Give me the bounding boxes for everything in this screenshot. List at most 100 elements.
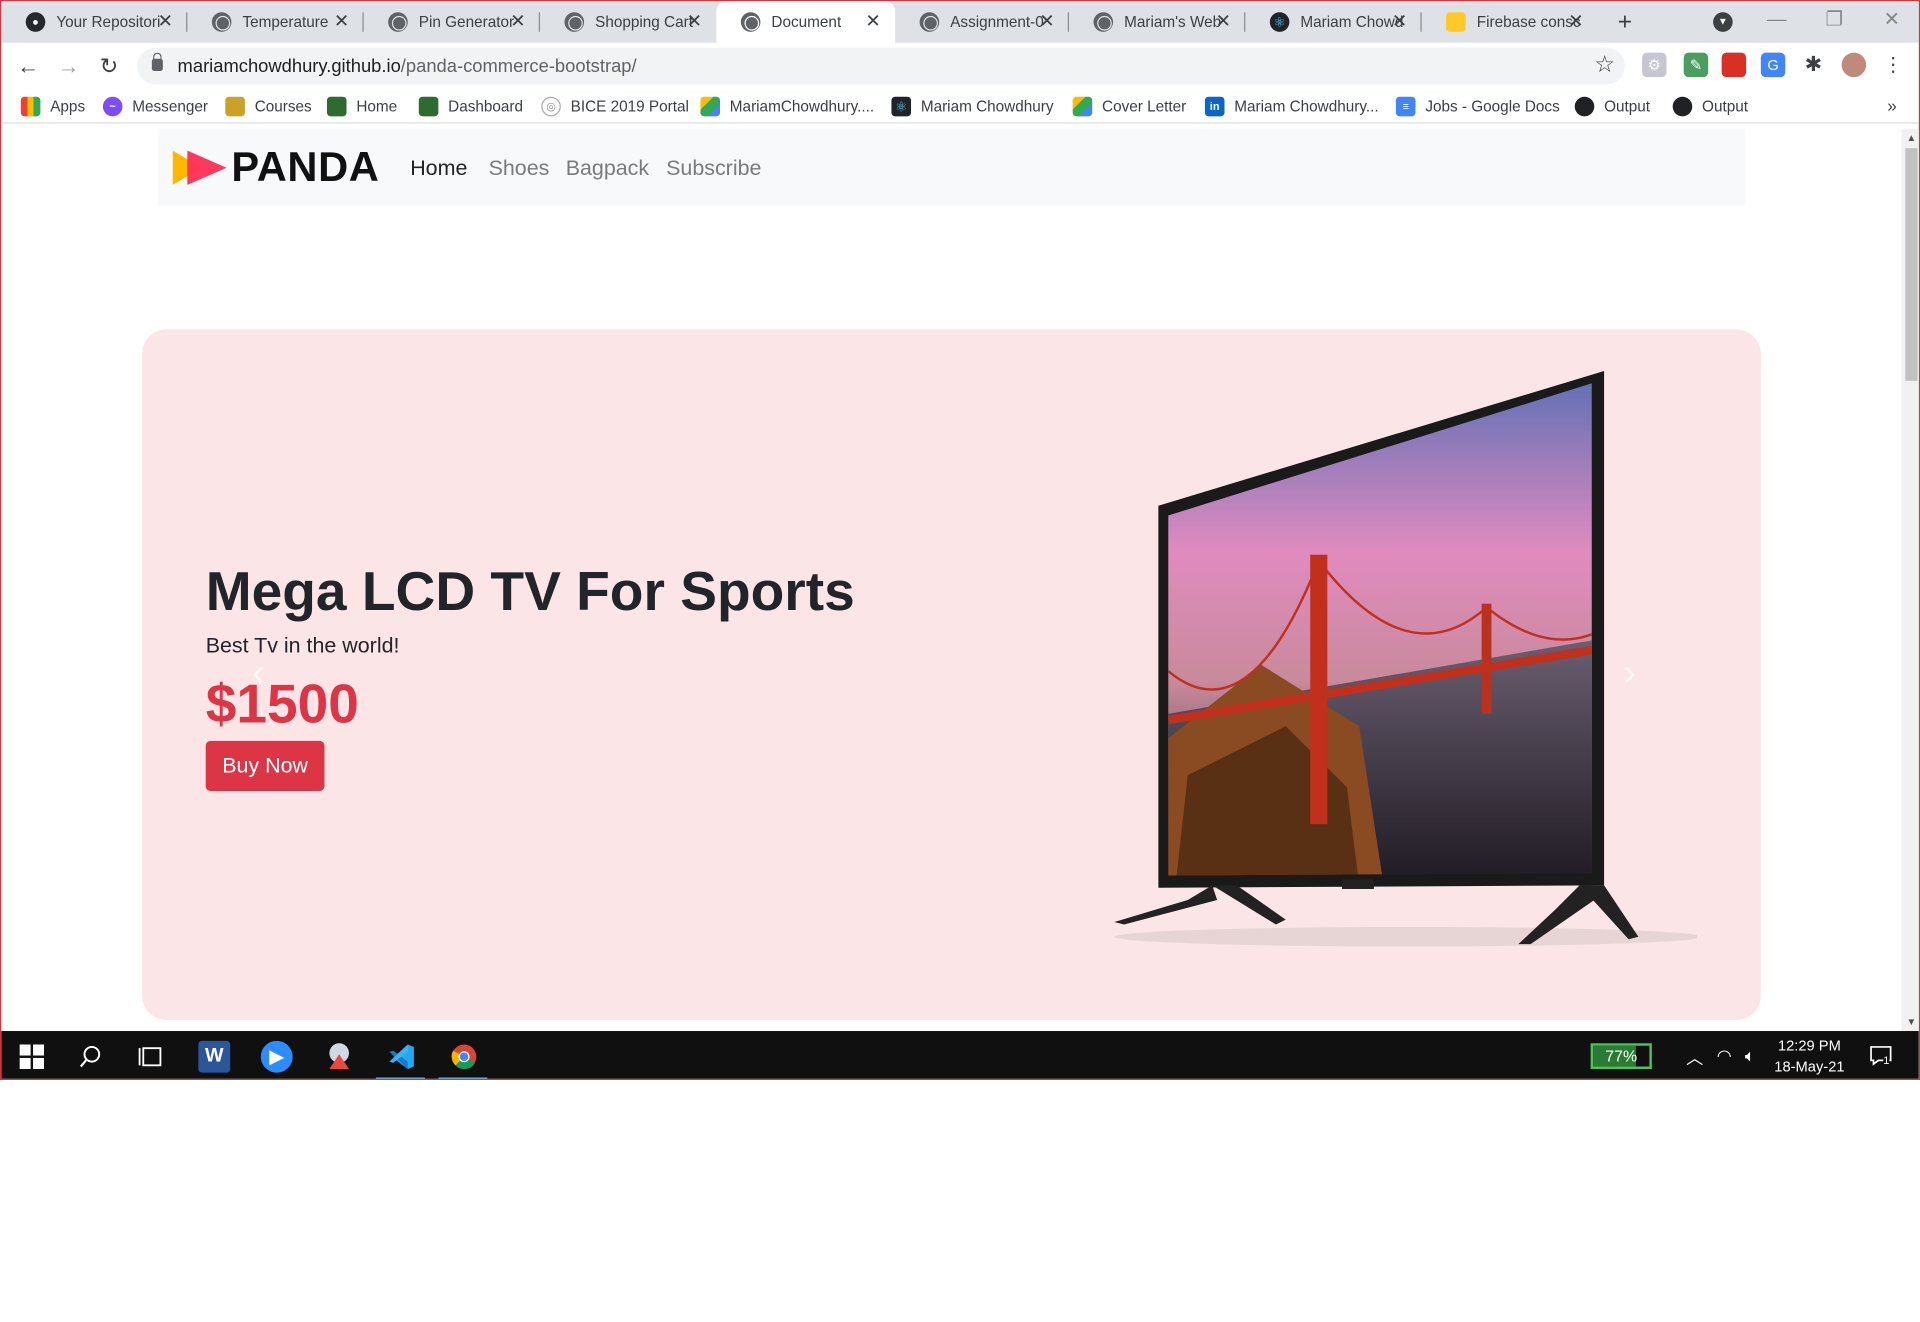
github-icon: ● <box>25 12 46 32</box>
windows-taskbar: W ▶ 77% ︿ ◠ 🔈︎ 12:29 PM 18-May-21 1 <box>1 1031 1919 1079</box>
nav-bagpack[interactable]: Bagpack <box>566 156 649 182</box>
bookmark-label: BICE 2019 Portal <box>570 97 689 116</box>
bookmark-messenger[interactable]: ~ Messenger <box>102 96 208 118</box>
bookmark-bice-portal[interactable]: ◎ BICE 2019 Portal <box>541 96 689 118</box>
scroll-up-arrow-icon[interactable]: ▲ <box>1907 132 1917 143</box>
bookmark-home[interactable]: Home <box>326 96 397 118</box>
url-text[interactable]: mariamchowdhury.github.io/panda-commerce… <box>178 56 637 77</box>
chrome-icon[interactable] <box>448 1041 480 1073</box>
bookmark-courses[interactable]: Courses <box>225 96 312 118</box>
close-icon[interactable]: ✕ <box>332 12 352 32</box>
bookmark-label: Messenger <box>132 97 208 116</box>
apps-grid-icon <box>20 96 41 117</box>
wifi-icon[interactable]: ◠ <box>1717 1046 1732 1067</box>
tab-document[interactable]: Document ✕ <box>716 1 896 43</box>
minimize-icon[interactable]: — <box>1762 6 1791 35</box>
close-icon[interactable]: ✕ <box>1213 12 1233 32</box>
vscode-icon[interactable] <box>386 1041 418 1073</box>
notification-center-icon[interactable]: 1 <box>1869 1043 1893 1067</box>
url-host: mariamchowdhury.github.io <box>177 56 401 78</box>
volume-icon[interactable]: 🔈︎ <box>1745 1046 1755 1067</box>
nav-shoes[interactable]: Shoes <box>489 156 550 182</box>
carousel-prev-icon[interactable]: ‹ <box>252 653 276 695</box>
bookmark-dashboard[interactable]: Dashboard <box>418 96 523 118</box>
scrollbar-thumb[interactable] <box>1905 148 1918 381</box>
tab-search-icon[interactable]: ▼ <box>1713 12 1733 32</box>
bookmark-star-icon[interactable]: ☆ <box>1594 51 1615 79</box>
close-icon[interactable]: ✕ <box>1566 12 1586 32</box>
word-icon[interactable]: W <box>198 1040 231 1073</box>
close-icon[interactable]: ✕ <box>508 12 528 32</box>
scroll-down-arrow-icon[interactable]: ▼ <box>1907 1016 1917 1027</box>
docs-icon: ≡ <box>1395 96 1416 117</box>
battery-indicator[interactable]: 77% <box>1590 1043 1652 1069</box>
tab-firebase-console[interactable]: Firebase consc ✕ <box>1422 1 1598 43</box>
page-scrollbar[interactable]: ▲ ▼ <box>1901 128 1919 1032</box>
bookmark-cover-letter[interactable]: Cover Letter <box>1072 96 1187 118</box>
messenger-icon: ~ <box>102 96 123 117</box>
page-viewport: PANDA Home Shoes Bagpack Subscribe Mega … <box>1 128 1902 1032</box>
tab-title: Your Repositori <box>56 13 161 31</box>
bookmark-label: Mariam Chowdhury... <box>1234 97 1379 116</box>
reload-icon[interactable]: ↻ <box>96 53 123 80</box>
close-icon[interactable]: ✕ <box>1390 12 1410 32</box>
address-bar[interactable]: mariamchowdhury.github.io/panda-commerce… <box>137 47 1625 85</box>
extension-settings-icon[interactable]: ⚙ <box>1642 52 1667 78</box>
zoom-icon[interactable]: ▶ <box>260 1040 293 1073</box>
logo-text: PANDA <box>231 144 380 192</box>
show-hidden-icons-chevron-icon[interactable]: ︿ <box>1686 1046 1703 1070</box>
panda-logo[interactable]: PANDA <box>172 144 380 192</box>
tab-mariams-web[interactable]: Mariam's Web ✕ <box>1069 1 1246 43</box>
profile-avatar[interactable] <box>1841 52 1867 78</box>
tab-your-repositories[interactable]: ● Your Repositori ✕ <box>1 1 188 43</box>
bookmark-linkedin[interactable]: in Mariam Chowdhury... <box>1204 96 1379 118</box>
hero-title: Mega LCD TV For Sports <box>205 559 855 623</box>
tab-shopping-cart[interactable]: Shopping Cart ✕ <box>540 1 716 43</box>
system-clock[interactable]: 12:29 PM 18-May-21 <box>1774 1036 1844 1078</box>
clock-time: 12:29 PM <box>1777 1037 1841 1055</box>
bookmark-drive-mariam[interactable]: MariamChowdhury.... <box>700 96 874 118</box>
lock-icon[interactable] <box>151 52 163 72</box>
extensions-puzzle-icon[interactable]: ✱ <box>1801 53 1825 77</box>
window-close-icon[interactable]: ✕ <box>1877 6 1906 35</box>
tab-mariam-chowdhury[interactable]: ⚛ Mariam Chowd ✕ <box>1245 1 1422 43</box>
globe-icon <box>1672 96 1693 117</box>
close-icon[interactable]: ✕ <box>1037 12 1057 32</box>
globe-icon <box>1093 12 1114 32</box>
shield-icon <box>418 96 439 117</box>
bookmark-apps[interactable]: Apps <box>20 96 86 118</box>
nav-home[interactable]: Home <box>410 156 467 182</box>
bookmark-label: Apps <box>50 97 86 116</box>
tab-temperature[interactable]: Temperature ✕ <box>187 1 364 43</box>
extension-eyedropper-icon[interactable]: ✎ <box>1683 52 1709 78</box>
more-bookmarks-icon[interactable]: » <box>1887 96 1897 116</box>
bookmarks-bar: Apps ~ Messenger Courses Home Dashboard … <box>1 89 1919 124</box>
bookmark-output-2[interactable]: Output <box>1672 96 1748 118</box>
extension-red-icon[interactable] <box>1721 52 1747 78</box>
bookmark-mariam-react[interactable]: ⚛ Mariam Chowdhury <box>891 96 1054 118</box>
browser-toolbar: ← → ↻ mariamchowdhury.github.io/panda-co… <box>1 42 1919 90</box>
task-view-icon[interactable] <box>135 1041 167 1073</box>
nav-subscribe[interactable]: Subscribe <box>666 156 761 182</box>
windows-start-icon[interactable] <box>16 1041 48 1073</box>
buy-now-button[interactable]: Buy Now <box>205 740 325 792</box>
react-icon: ⚛ <box>1269 12 1290 32</box>
back-arrow-icon[interactable]: ← <box>15 53 42 80</box>
search-icon[interactable] <box>75 1041 107 1073</box>
bookmark-label: Cover Letter <box>1102 97 1187 116</box>
tab-assignment[interactable]: Assignment-0 ✕ <box>895 1 1069 43</box>
forward-arrow-icon[interactable]: → <box>55 53 82 80</box>
bookmark-output-1[interactable]: Output <box>1574 96 1650 118</box>
bookmark-label: MariamChowdhury.... <box>729 97 875 116</box>
close-icon[interactable]: ✕ <box>863 12 883 32</box>
hero-subtitle: Best Tv in the world! <box>205 633 400 658</box>
restore-icon[interactable]: ❐ <box>1820 6 1849 35</box>
bookmark-jobs-docs[interactable]: ≡ Jobs - Google Docs <box>1395 96 1560 118</box>
extension-translate-icon[interactable]: G <box>1760 52 1786 78</box>
close-icon[interactable]: ✕ <box>156 12 176 32</box>
close-icon[interactable]: ✕ <box>684 12 704 32</box>
tab-pin-generator[interactable]: Pin Generator ✕ <box>364 1 541 43</box>
menu-kebab-icon[interactable]: ⋮ <box>1881 53 1905 77</box>
new-tab-button[interactable]: + <box>1613 10 1637 34</box>
snipping-tool-icon[interactable] <box>323 1041 355 1073</box>
